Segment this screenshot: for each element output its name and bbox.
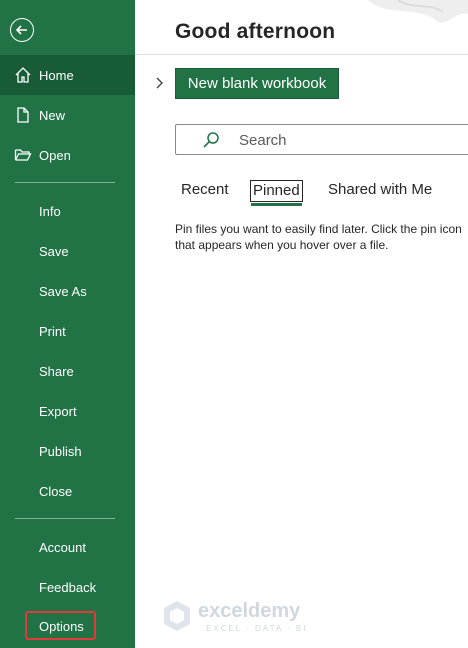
sidebar-item-open[interactable]: Open — [0, 135, 135, 175]
greeting-title: Good afternoon — [175, 20, 336, 43]
selected-tab-indicator — [251, 203, 302, 206]
sidebar-item-close[interactable]: Close — [0, 471, 135, 511]
search-input[interactable]: Search — [175, 124, 468, 155]
tab-shared-with-me[interactable]: Shared with Me — [328, 180, 432, 204]
sidebar-item-save[interactable]: Save — [0, 231, 135, 271]
sidebar-item-label: Export — [39, 403, 77, 419]
sidebar-divider — [15, 518, 115, 519]
sidebar-item-label: Publish — [39, 443, 82, 459]
search-icon — [202, 131, 220, 149]
sidebar-item-label: Account — [39, 539, 86, 555]
sidebar-item-save-as[interactable]: Save As — [0, 271, 135, 311]
header-divider — [135, 54, 468, 55]
sidebar-item-info[interactable]: Info — [0, 191, 135, 231]
sidebar-item-account[interactable]: Account — [0, 527, 135, 567]
sidebar-item-new[interactable]: New — [0, 95, 135, 135]
sidebar-item-label: Info — [39, 203, 61, 219]
sidebar-item-print[interactable]: Print — [0, 311, 135, 351]
sidebar-item-label: Share — [39, 363, 74, 379]
tab-pinned[interactable]: Pinned — [250, 180, 303, 202]
new-blank-workbook-button[interactable]: New blank workbook — [175, 68, 339, 99]
sidebar-item-label: Save As — [39, 283, 87, 299]
sidebar-item-label: Print — [39, 323, 66, 339]
sidebar-divider — [15, 182, 115, 183]
watermark-subtitle: EXCEL · DATA · BI — [206, 624, 308, 633]
sidebar-item-share[interactable]: Share — [0, 351, 135, 391]
chevron-right-icon[interactable] — [154, 76, 166, 90]
sidebar-item-export[interactable]: Export — [0, 391, 135, 431]
sidebar-item-label: Close — [39, 483, 73, 499]
sidebar-item-feedback[interactable]: Feedback — [0, 567, 135, 607]
sidebar-item-label: New — [39, 107, 66, 123]
options-highlight-box — [25, 611, 96, 640]
new-document-icon — [14, 106, 32, 124]
exceldemy-watermark: exceldemy EXCEL · DATA · BI — [162, 600, 322, 636]
sidebar-item-label: Save — [39, 243, 69, 259]
back-arrow-icon[interactable] — [10, 18, 34, 42]
open-folder-icon — [14, 146, 32, 164]
decorative-banner-art — [368, 0, 468, 23]
sidebar-item-label: Home — [39, 67, 74, 83]
search-placeholder: Search — [239, 132, 287, 149]
backstage-sidebar: Home New Open Info Save Save As Print Sh… — [0, 0, 135, 648]
sidebar-item-publish[interactable]: Publish — [0, 431, 135, 471]
home-icon — [14, 66, 32, 84]
pinned-empty-hint: Pin files you want to easily find later.… — [175, 222, 462, 252]
exceldemy-logo-icon — [164, 601, 190, 631]
sidebar-item-label: Open — [39, 147, 71, 163]
watermark-title: exceldemy — [198, 600, 301, 622]
sidebar-item-label: Feedback — [39, 579, 97, 595]
sidebar-item-home[interactable]: Home — [0, 55, 135, 95]
tab-recent[interactable]: Recent — [181, 180, 229, 204]
